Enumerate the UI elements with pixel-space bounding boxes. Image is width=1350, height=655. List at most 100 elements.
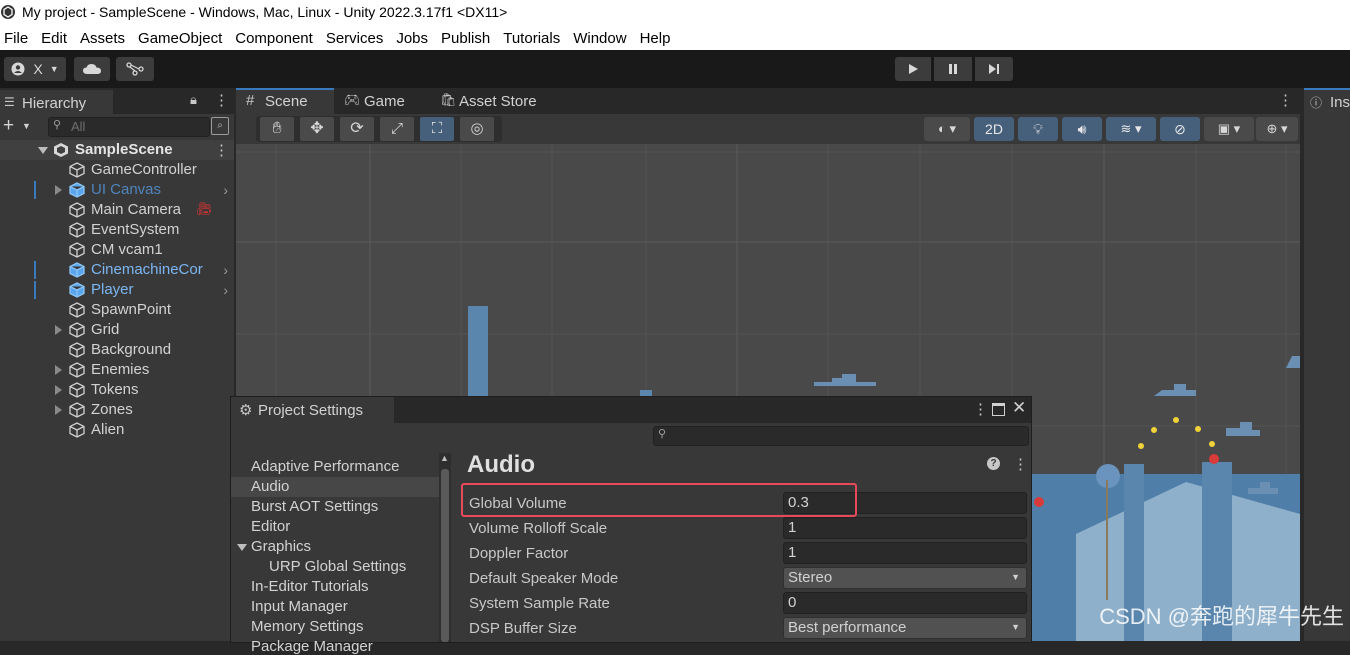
menu-jobs[interactable]: Jobs [392, 30, 437, 47]
hierarchy-item[interactable]: CinemachineCor › [0, 260, 234, 280]
move-tool-icon[interactable]: ✥ [300, 117, 334, 141]
more-menu-icon[interactable]: ⋮ [1013, 455, 1028, 473]
settings-category-in-editor-tutorials[interactable]: In-Editor Tutorials [251, 578, 369, 595]
hierarchy-item-label: Main Camera [91, 201, 182, 218]
camera-icon[interactable]: ▣ ▾ [1204, 117, 1254, 141]
hierarchy-item[interactable]: CM vcam1 [0, 240, 234, 260]
toggle-2d-button[interactable]: 2D [974, 117, 1014, 141]
dsp-buffer-size-dropdown[interactable]: Best performance ▼ [783, 617, 1027, 639]
hierarchy-item[interactable]: Grid [0, 320, 234, 340]
settings-category-input-manager[interactable]: Input Manager [251, 598, 348, 615]
visibility-icon[interactable]: ⊘ [1160, 117, 1200, 141]
audio-icon[interactable]: 🔊︎ [1062, 117, 1102, 141]
hierarchy-item[interactable]: EventSystem [0, 220, 234, 240]
lock-icon[interactable]: 🔒︎ [190, 92, 197, 108]
effects-icon[interactable]: ≋ ▾ [1106, 117, 1156, 141]
settings-category-burst-aot-settings[interactable]: Burst AOT Settings [251, 498, 378, 515]
hierarchy-tab[interactable]: ☰ Hierarchy [0, 88, 113, 116]
tab-game-label: Game [364, 93, 405, 110]
lighting-icon[interactable]: 💡︎ [1018, 117, 1058, 141]
transform-tool-icon[interactable]: ◎ [460, 117, 494, 141]
expand-arrow-icon[interactable] [237, 544, 247, 551]
scale-tool-icon[interactable]: ⤢ [380, 117, 414, 141]
chevron-right-icon[interactable]: › [223, 282, 228, 298]
draw-mode-icon[interactable]: ◐ ▾ [924, 117, 970, 141]
hierarchy-item[interactable]: GameController [0, 160, 234, 180]
settings-category-graphics[interactable]: Graphics [251, 538, 311, 555]
play-button[interactable] [895, 57, 931, 81]
more-menu-icon[interactable]: ⋮ [214, 91, 229, 109]
scene-row[interactable]: SampleScene ⋮ [0, 140, 234, 160]
more-menu-icon[interactable]: ⋮ [1278, 91, 1293, 109]
project-settings-tab[interactable]: ⚙ Project Settings [231, 397, 394, 423]
add-icon[interactable]: + [3, 115, 14, 137]
expand-arrow-icon[interactable] [55, 365, 62, 375]
menu-component[interactable]: Component [231, 30, 322, 47]
menu-assets[interactable]: Assets [76, 30, 134, 47]
hierarchy-item[interactable]: Tokens [0, 380, 234, 400]
menu-edit[interactable]: Edit [37, 30, 76, 47]
menu-services[interactable]: Services [322, 30, 393, 47]
gameobject-cube-icon [69, 242, 85, 258]
menu-publish[interactable]: Publish [437, 30, 499, 47]
tab-asset-store[interactable]: 🛍︎ Asset Store [432, 88, 552, 114]
system-sample-rate-field[interactable]: 0 [783, 592, 1027, 614]
menu-tutorials[interactable]: Tutorials [499, 30, 569, 47]
hierarchy-item[interactable]: Alien [0, 420, 234, 440]
rotate-tool-icon[interactable]: ⟳ [340, 117, 374, 141]
hierarchy-toolbar: + ▼ ⚲ All ⌕ [0, 114, 234, 141]
hand-tool-icon[interactable]: ✋︎ [260, 117, 294, 141]
settings-category-editor[interactable]: Editor [251, 518, 290, 535]
settings-category-adaptive-performance[interactable]: Adaptive Performance [251, 458, 399, 475]
rect-tool-icon[interactable]: ⛶ [420, 117, 454, 141]
expand-arrow-icon[interactable] [55, 185, 62, 195]
expand-arrow-icon[interactable] [55, 385, 62, 395]
hierarchy-item[interactable]: SpawnPoint [0, 300, 234, 320]
hierarchy-item[interactable]: Enemies [0, 360, 234, 380]
settings-category-audio[interactable]: Audio [251, 478, 289, 495]
hierarchy-item[interactable]: UI Canvas › [0, 180, 234, 200]
chevron-right-icon[interactable]: › [223, 182, 228, 198]
hierarchy-search-input[interactable]: ⚲ All [48, 117, 210, 137]
hierarchy-item[interactable]: Zones [0, 400, 234, 420]
more-menu-icon[interactable]: ⋮ [214, 141, 229, 159]
scrollbar-thumb[interactable] [441, 469, 449, 642]
account-dropdown[interactable]: X ▼ [4, 57, 66, 81]
field-label: Doppler Factor [469, 545, 569, 562]
volume-rolloff-scale-field[interactable]: 1 [783, 517, 1027, 539]
category-scrollbar[interactable]: ▲ [439, 453, 451, 642]
tab-inspector[interactable]: ⓘ Ins [1304, 88, 1350, 114]
menu-window[interactable]: Window [569, 30, 635, 47]
menu-gameobject[interactable]: GameObject [134, 30, 231, 47]
gizmos-icon[interactable]: ⊕ ▾ [1256, 117, 1298, 141]
hierarchy-item[interactable]: Player › [0, 280, 234, 300]
prefab-marker [34, 281, 36, 299]
more-menu-icon[interactable]: ⋮ [973, 400, 988, 418]
pause-button[interactable] [934, 57, 972, 81]
menu-help[interactable]: Help [636, 30, 680, 47]
tab-game[interactable]: 🎮︎ Game [336, 88, 428, 114]
settings-search-input[interactable]: ⚲ [653, 426, 1029, 446]
expand-arrow-icon[interactable] [55, 405, 62, 415]
tab-scene[interactable]: # Scene [236, 88, 334, 114]
chevron-right-icon[interactable]: › [223, 262, 228, 278]
maximize-icon[interactable] [992, 403, 1005, 416]
settings-category-urp-global-settings[interactable]: URP Global Settings [269, 558, 406, 575]
scroll-up-icon[interactable]: ▲ [440, 453, 449, 463]
expand-arrow-icon[interactable] [55, 325, 62, 335]
search-filter-icon[interactable]: ⌕ [211, 117, 229, 135]
close-icon[interactable]: ✕ [1012, 398, 1026, 418]
doppler-factor-field[interactable]: 1 [783, 542, 1027, 564]
menu-file[interactable]: File [0, 30, 37, 47]
field-label: DSP Buffer Size [469, 620, 577, 637]
cloud-button[interactable] [74, 57, 110, 81]
collab-button[interactable] [116, 57, 154, 81]
hierarchy-item[interactable]: Background [0, 340, 234, 360]
hierarchy-item[interactable]: Main Camera 🎥︎ [0, 200, 234, 220]
default-speaker-mode-dropdown[interactable]: Stereo ▼ [783, 567, 1027, 589]
step-button[interactable] [975, 57, 1013, 81]
help-icon[interactable]: ? [987, 457, 1000, 470]
expand-arrow-icon[interactable] [38, 147, 48, 154]
chevron-down-icon[interactable]: ▼ [22, 121, 31, 131]
settings-category-memory-settings[interactable]: Memory Settings [251, 618, 364, 635]
